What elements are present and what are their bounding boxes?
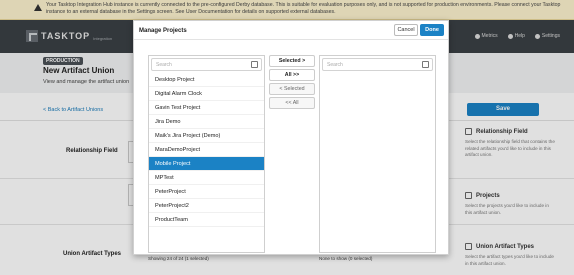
project-list-item[interactable]: PeterProject2 <box>149 199 264 213</box>
cancel-button[interactable]: Cancel <box>394 24 418 36</box>
dialog-divider <box>134 39 448 40</box>
project-list-item[interactable]: Jira Demo <box>149 115 264 129</box>
project-list-item[interactable]: MaraDemoProject <box>149 143 264 157</box>
selected-footer: None to show (0 selected) <box>319 256 373 261</box>
select-all-checkbox[interactable] <box>251 61 258 68</box>
dialog-title: Manage Projects <box>139 28 187 34</box>
done-button[interactable]: Done <box>420 24 444 36</box>
available-search-input[interactable]: Search <box>151 58 262 71</box>
project-list-item[interactable]: Digital Alarm Clock <box>149 87 264 101</box>
project-list-item[interactable]: PeterProject <box>149 185 264 199</box>
project-list-item[interactable]: Mobile Project <box>149 157 264 171</box>
select-all-checkbox[interactable] <box>422 61 429 68</box>
move-selected-right-button[interactable]: Selected > <box>269 55 315 67</box>
available-projects-panel: Search Desktop Project Digital Alarm Cloc… <box>148 55 265 253</box>
move-all-right-button[interactable]: All >> <box>269 69 315 81</box>
project-list-item[interactable]: ProductTeam <box>149 213 264 227</box>
move-selected-left-button[interactable]: < Selected <box>269 83 315 95</box>
project-list-item[interactable]: Maik's Jira Project (Demo) <box>149 129 264 143</box>
project-list-item[interactable]: Desktop Project <box>149 73 264 87</box>
transfer-buttons: Selected > All >> < Selected << All <box>267 55 317 111</box>
available-projects-list: Desktop Project Digital Alarm Clock Gavin … <box>149 73 264 227</box>
available-footer: Showing 24 of 24 (1 selected) <box>148 256 209 261</box>
selected-search-input[interactable]: Search <box>322 58 433 71</box>
selected-projects-panel: Search <box>319 55 436 253</box>
move-all-left-button[interactable]: << All <box>269 97 315 109</box>
manage-projects-dialog: Manage Projects Cancel Done Search Deskt… <box>133 20 449 261</box>
project-list-item[interactable]: MPTest <box>149 171 264 185</box>
project-list-item[interactable]: Gavin Test Project <box>149 101 264 115</box>
